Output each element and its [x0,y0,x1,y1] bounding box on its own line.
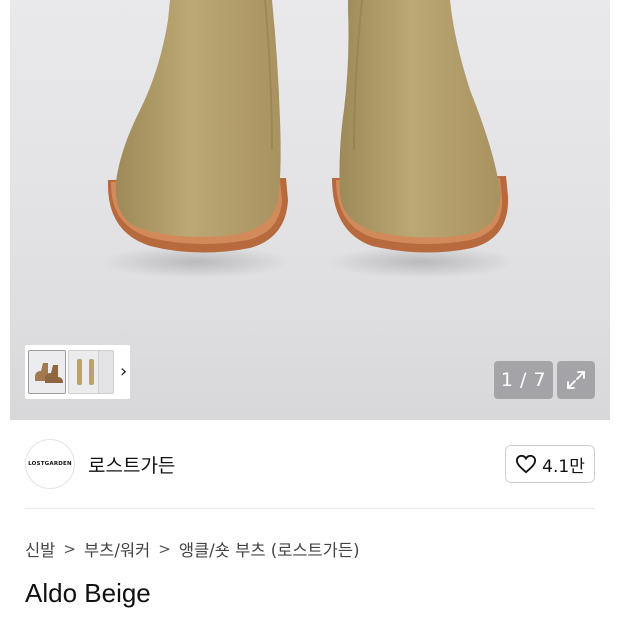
product-image-gallery[interactable]: › 1 / 7 [10,0,610,420]
heart-outline-icon [516,454,537,474]
product-page: › 1 / 7 LOSTGARDEN 로스트가든 4.1만 신발 > 부츠/워커… [0,0,620,620]
thumbnail-1[interactable] [28,350,66,394]
divider [25,508,595,509]
breadcrumb-separator: > [158,540,171,558]
like-count: 4.1만 [542,456,585,477]
expand-arrows-icon[interactable] [557,361,595,399]
brand-name-link[interactable]: 로스트가든 [88,451,175,478]
breadcrumb-item-ankle-boots[interactable]: 앵클/숏 부츠 (로스트가든) [179,537,360,561]
thumbnail-strip[interactable]: › [25,345,130,399]
breadcrumb-item-shoes[interactable]: 신발 [25,537,55,561]
breadcrumb-separator: > [63,540,76,558]
thumbnail-2[interactable] [68,350,102,394]
chevron-right-icon[interactable]: › [120,363,127,381]
breadcrumb: 신발 > 부츠/워커 > 앵클/숏 부츠 (로스트가든) [25,537,360,561]
image-counter: 1 / 7 [494,361,553,399]
product-title: Aldo Beige [25,578,151,608]
brand-row: LOSTGARDEN 로스트가든 4.1만 [25,437,595,491]
brand-logo-text: LOSTGARDEN [28,461,72,467]
like-button[interactable]: 4.1만 [505,445,595,483]
breadcrumb-item-boots-walker[interactable]: 부츠/워커 [84,537,150,561]
brand-logo[interactable]: LOSTGARDEN [25,439,75,489]
thumbnail-3[interactable] [98,350,114,394]
